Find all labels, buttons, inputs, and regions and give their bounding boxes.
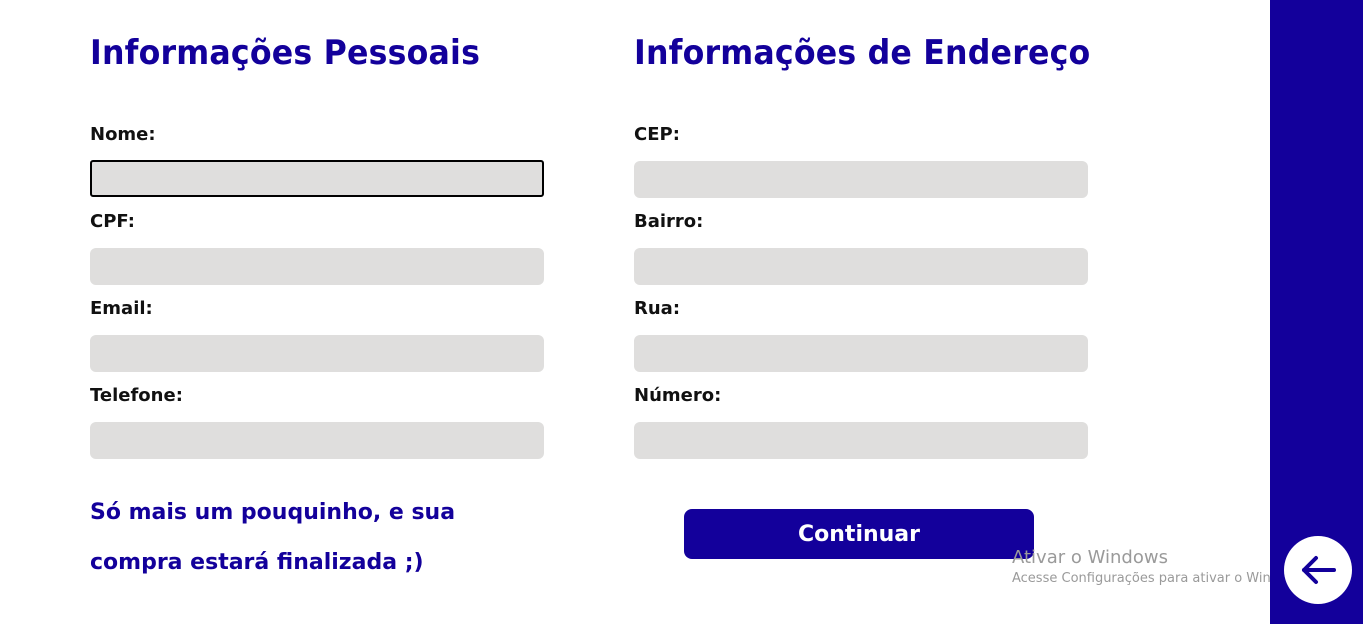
windows-activation-watermark: Ativar o Windows Acesse Configurações pa… bbox=[1012, 546, 1308, 588]
neighborhood-label: Bairro: bbox=[634, 211, 704, 232]
watermark-subtitle: Acesse Configurações para ativar o Windo… bbox=[1012, 571, 1309, 586]
side-panel bbox=[1270, 0, 1363, 624]
neighborhood-input[interactable] bbox=[634, 248, 1088, 285]
back-button[interactable] bbox=[1284, 536, 1352, 604]
address-info-title: Informações de Endereço bbox=[634, 33, 1091, 73]
number-input[interactable] bbox=[634, 422, 1088, 459]
email-input[interactable] bbox=[90, 335, 544, 372]
text-caret bbox=[91, 172, 92, 188]
continue-button[interactable]: Continuar bbox=[684, 509, 1034, 559]
number-label: Número: bbox=[634, 385, 722, 406]
cpf-input[interactable] bbox=[90, 248, 544, 285]
arrow-left-icon bbox=[1302, 556, 1336, 584]
cep-label: CEP: bbox=[634, 124, 680, 145]
phone-label: Telefone: bbox=[90, 385, 183, 406]
completion-note: Só mais um pouquinho, e sua compra estar… bbox=[90, 500, 456, 575]
checkout-page: Informações Pessoais Nome: CPF: Email: T… bbox=[0, 0, 1363, 624]
email-label: Email: bbox=[90, 298, 153, 319]
personal-info-title: Informações Pessoais bbox=[90, 33, 481, 73]
cpf-label: CPF: bbox=[90, 211, 135, 232]
cep-input[interactable] bbox=[634, 161, 1088, 198]
street-input[interactable] bbox=[634, 335, 1088, 372]
street-label: Rua: bbox=[634, 298, 681, 319]
phone-input[interactable] bbox=[90, 422, 544, 459]
name-label: Nome: bbox=[90, 124, 156, 145]
name-input[interactable] bbox=[90, 160, 544, 197]
watermark-title: Ativar o Windows bbox=[1012, 547, 1168, 568]
